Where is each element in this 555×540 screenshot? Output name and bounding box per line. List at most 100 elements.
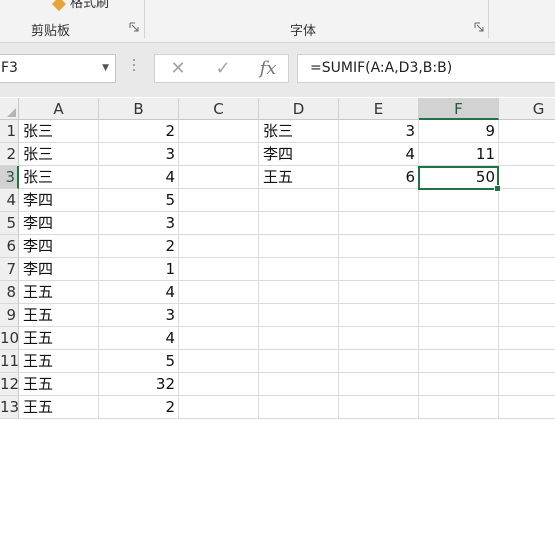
- row-header-10[interactable]: 10: [0, 327, 19, 350]
- cell-f6[interactable]: [419, 235, 499, 258]
- column-header-g[interactable]: G: [499, 98, 555, 120]
- cell-d11[interactable]: [259, 350, 339, 373]
- formula-input[interactable]: =SUMIF(A:A,D3,B:B): [297, 54, 555, 83]
- cell-a3[interactable]: 张三: [19, 166, 99, 189]
- cell-e3[interactable]: 6: [339, 166, 419, 189]
- cell-a11[interactable]: 王五: [19, 350, 99, 373]
- cell-d9[interactable]: [259, 304, 339, 327]
- cell-d6[interactable]: [259, 235, 339, 258]
- cell-e13[interactable]: [339, 396, 419, 419]
- enter-icon[interactable]: ✓: [208, 55, 238, 82]
- cell-d12[interactable]: [259, 373, 339, 396]
- insert-function-icon[interactable]: fx: [253, 55, 283, 82]
- row-header-1[interactable]: 1: [0, 120, 19, 143]
- cell-d7[interactable]: [259, 258, 339, 281]
- cell-g10[interactable]: [499, 327, 555, 350]
- cell-b3[interactable]: 4: [99, 166, 179, 189]
- fill-handle[interactable]: [494, 185, 501, 192]
- cell-d2[interactable]: 李四: [259, 143, 339, 166]
- cell-e8[interactable]: [339, 281, 419, 304]
- cell-e2[interactable]: 4: [339, 143, 419, 166]
- cell-g11[interactable]: [499, 350, 555, 373]
- cell-e1[interactable]: 3: [339, 120, 419, 143]
- cell-f9[interactable]: [419, 304, 499, 327]
- cell-a4[interactable]: 李四: [19, 189, 99, 212]
- cell-f8[interactable]: [419, 281, 499, 304]
- cell-b6[interactable]: 2: [99, 235, 179, 258]
- cell-g1[interactable]: [499, 120, 555, 143]
- cell-c12[interactable]: [179, 373, 259, 396]
- cell-g7[interactable]: [499, 258, 555, 281]
- row-header-3[interactable]: 3: [0, 166, 19, 189]
- format-painter-button[interactable]: 格式刷: [51, 0, 109, 11]
- cell-f11[interactable]: [419, 350, 499, 373]
- cell-d4[interactable]: [259, 189, 339, 212]
- cell-b9[interactable]: 3: [99, 304, 179, 327]
- cell-b7[interactable]: 1: [99, 258, 179, 281]
- cell-d3[interactable]: 王五: [259, 166, 339, 189]
- cell-c7[interactable]: [179, 258, 259, 281]
- cell-f5[interactable]: [419, 212, 499, 235]
- cell-e7[interactable]: [339, 258, 419, 281]
- cell-b13[interactable]: 2: [99, 396, 179, 419]
- cell-d13[interactable]: [259, 396, 339, 419]
- cell-g2[interactable]: [499, 143, 555, 166]
- cell-a9[interactable]: 王五: [19, 304, 99, 327]
- cell-a12[interactable]: 王五: [19, 373, 99, 396]
- cell-f4[interactable]: [419, 189, 499, 212]
- cell-b5[interactable]: 3: [99, 212, 179, 235]
- cell-a8[interactable]: 王五: [19, 281, 99, 304]
- cell-a2[interactable]: 张三: [19, 143, 99, 166]
- formula-bar-resize-handle[interactable]: [132, 59, 136, 74]
- cell-g6[interactable]: [499, 235, 555, 258]
- cell-c2[interactable]: [179, 143, 259, 166]
- row-header-11[interactable]: 11: [0, 350, 19, 373]
- cell-c13[interactable]: [179, 396, 259, 419]
- column-header-e[interactable]: E: [339, 98, 419, 120]
- cell-f2[interactable]: 11: [419, 143, 499, 166]
- cell-f13[interactable]: [419, 396, 499, 419]
- cell-e12[interactable]: [339, 373, 419, 396]
- cell-f10[interactable]: [419, 327, 499, 350]
- cell-c9[interactable]: [179, 304, 259, 327]
- row-header-7[interactable]: 7: [0, 258, 19, 281]
- column-header-b[interactable]: B: [99, 98, 179, 120]
- column-header-a[interactable]: A: [19, 98, 99, 120]
- clipboard-dialog-launcher-icon[interactable]: [129, 22, 139, 32]
- row-header-2[interactable]: 2: [0, 143, 19, 166]
- cell-a6[interactable]: 李四: [19, 235, 99, 258]
- cell-g9[interactable]: [499, 304, 555, 327]
- cell-c3[interactable]: [179, 166, 259, 189]
- cell-e10[interactable]: [339, 327, 419, 350]
- cell-b10[interactable]: 4: [99, 327, 179, 350]
- cell-e11[interactable]: [339, 350, 419, 373]
- select-all-button[interactable]: [0, 98, 19, 120]
- row-header-4[interactable]: 4: [0, 189, 19, 212]
- cell-f12[interactable]: [419, 373, 499, 396]
- cell-c10[interactable]: [179, 327, 259, 350]
- cell-g3[interactable]: [499, 166, 555, 189]
- cell-c5[interactable]: [179, 212, 259, 235]
- row-header-5[interactable]: 5: [0, 212, 19, 235]
- column-header-c[interactable]: C: [179, 98, 259, 120]
- cell-g4[interactable]: [499, 189, 555, 212]
- chevron-down-icon[interactable]: ▼: [102, 55, 109, 82]
- cell-g5[interactable]: [499, 212, 555, 235]
- cell-a10[interactable]: 王五: [19, 327, 99, 350]
- row-header-9[interactable]: 9: [0, 304, 19, 327]
- name-box[interactable]: F3 ▼: [0, 54, 116, 83]
- cell-g13[interactable]: [499, 396, 555, 419]
- cell-d10[interactable]: [259, 327, 339, 350]
- cell-g12[interactable]: [499, 373, 555, 396]
- cell-c6[interactable]: [179, 235, 259, 258]
- cell-a5[interactable]: 李四: [19, 212, 99, 235]
- cancel-icon[interactable]: ✕: [163, 55, 193, 82]
- column-header-f[interactable]: F: [419, 98, 499, 120]
- row-header-6[interactable]: 6: [0, 235, 19, 258]
- cell-c8[interactable]: [179, 281, 259, 304]
- cell-d5[interactable]: [259, 212, 339, 235]
- cell-b1[interactable]: 2: [99, 120, 179, 143]
- font-dialog-launcher-icon[interactable]: [474, 22, 484, 32]
- cell-a1[interactable]: 张三: [19, 120, 99, 143]
- cell-a7[interactable]: 李四: [19, 258, 99, 281]
